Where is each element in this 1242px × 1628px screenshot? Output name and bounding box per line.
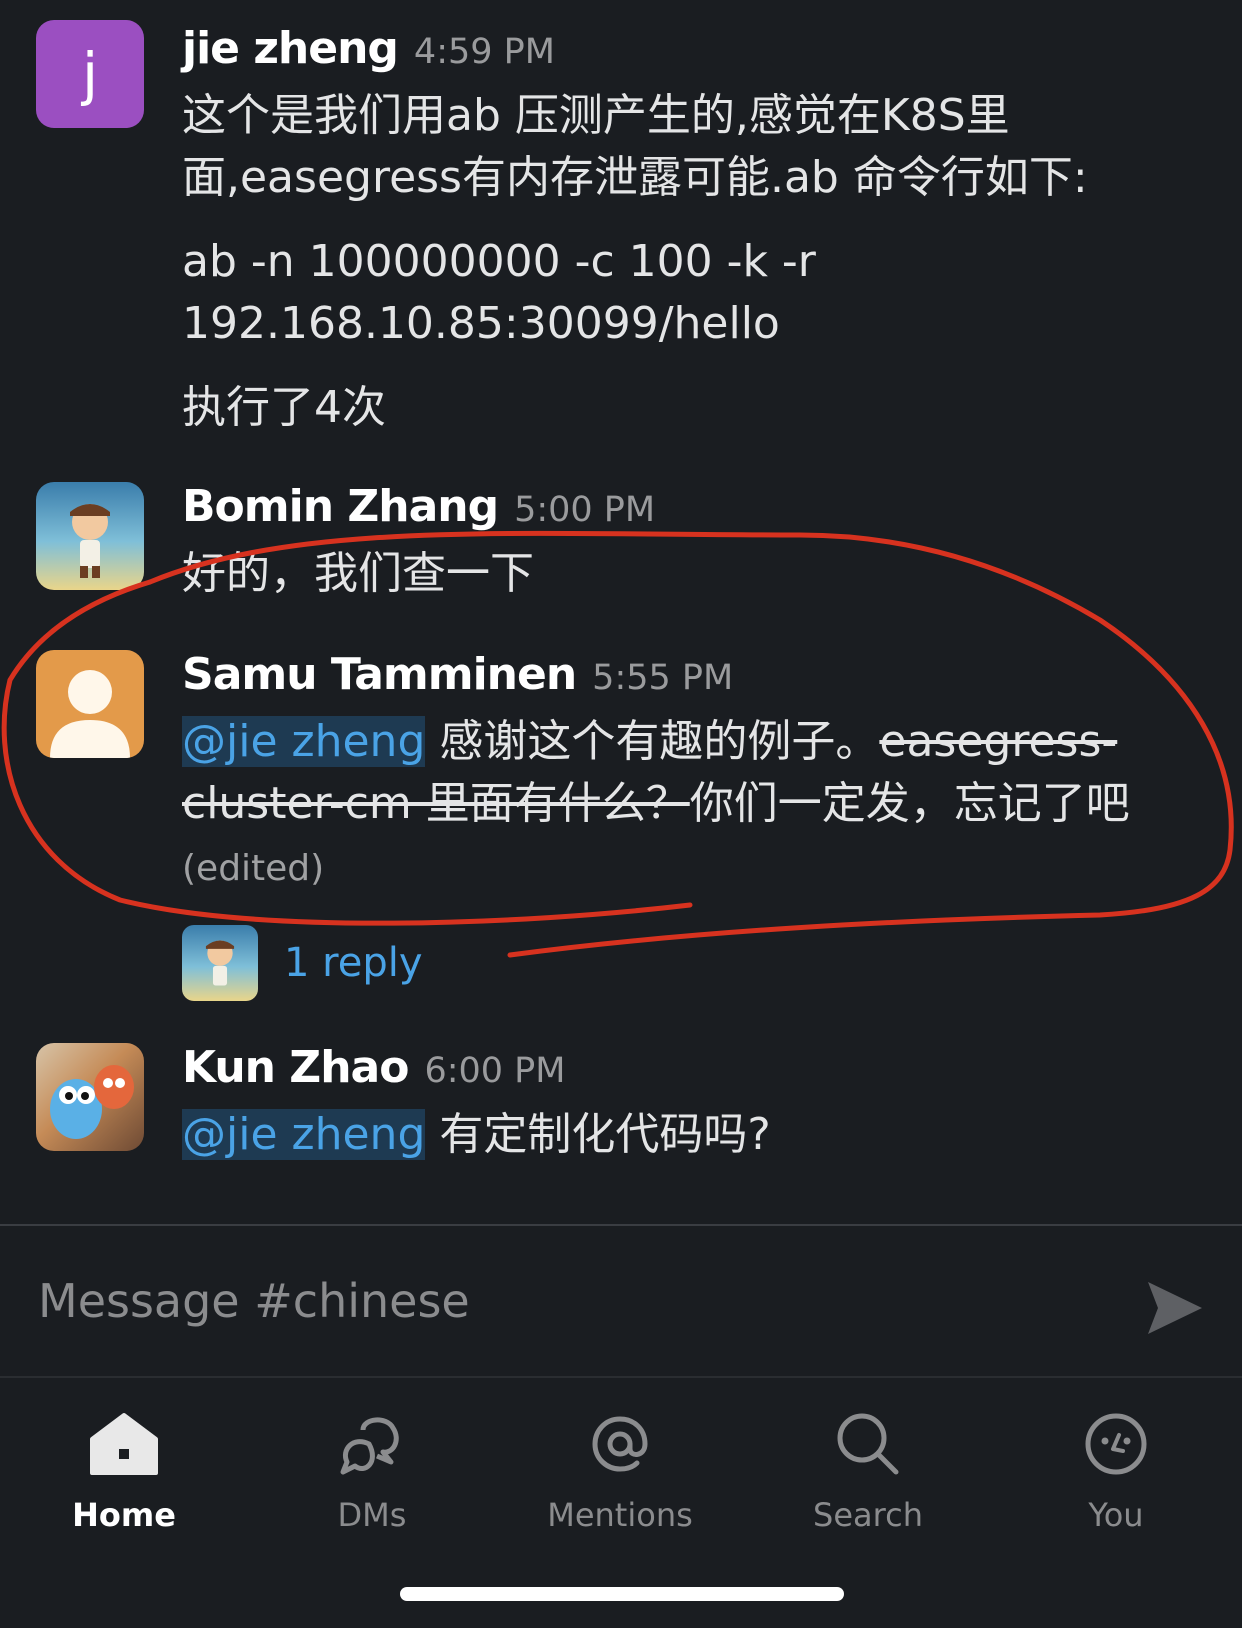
tab-label: You (1088, 1496, 1144, 1534)
message-time: 6:00 PM (424, 1051, 566, 1091)
mention-link[interactable]: @jie zheng (182, 716, 426, 767)
avatar-figure-icon (70, 504, 110, 578)
tab-mentions[interactable]: Mentions (520, 1398, 720, 1534)
you-icon (1085, 1413, 1147, 1475)
message-text: @jie zheng 感谢这个有趣的例子。easegress-cluster-c… (182, 711, 1212, 900)
message-text: 好的，我们查一下 (182, 548, 534, 599)
author-name[interactable]: Kun Zhao (182, 1041, 409, 1095)
avatar-samu-tamminen[interactable] (36, 650, 144, 758)
reply-count-link[interactable]: 1 reply (284, 940, 423, 986)
message-text: 执行了4次 (182, 382, 386, 433)
message-time: 5:00 PM (514, 490, 656, 530)
avatar-letter: j (81, 40, 99, 108)
tab-label: DMs (337, 1496, 407, 1534)
tab-label: Search (813, 1496, 923, 1534)
reply-avatar (182, 925, 258, 1001)
author-name[interactable]: Samu Tamminen (182, 648, 577, 702)
author-name[interactable]: jie zheng (182, 22, 399, 76)
avatar-kun-zhao[interactable] (36, 1043, 144, 1151)
message-text: ab -n 100000000 -c 100 -k -r 192.168.10.… (182, 236, 830, 349)
mention-link[interactable]: @jie zheng (182, 1109, 426, 1160)
thread-replies[interactable]: 1 reply (182, 925, 423, 1001)
author-name[interactable]: Bomin Zhang (182, 480, 499, 534)
edited-label: (edited) (182, 848, 325, 889)
tab-label: Home (72, 1496, 176, 1534)
message-text: 这个是我们用ab 压测产生的,感觉在K8S里面,easegress有内存泄露可能… (182, 90, 1088, 203)
mentions-icon (592, 1416, 648, 1472)
search-icon (837, 1413, 899, 1475)
message-time: 4:59 PM (413, 32, 555, 72)
message-input[interactable] (36, 1260, 1120, 1342)
avatar-jie-zheng[interactable]: j (36, 20, 144, 128)
home-icon (90, 1413, 158, 1475)
avatar-plush-icon (50, 1065, 134, 1139)
message-text-part: 有定制化代码吗? (425, 1109, 771, 1160)
message-composer (0, 1226, 1242, 1376)
message-time: 5:55 PM (592, 658, 734, 698)
send-icon[interactable] (1146, 1280, 1204, 1336)
tab-dms[interactable]: DMs (272, 1398, 472, 1534)
avatar-figure-icon (205, 940, 235, 986)
tab-search[interactable]: Search (768, 1398, 968, 1534)
dms-icon (340, 1417, 399, 1475)
message-text-part: 感谢这个有趣的例子。 (425, 716, 880, 767)
home-indicator[interactable] (400, 1587, 844, 1601)
tab-home[interactable]: Home (24, 1398, 224, 1534)
message-text: @jie zheng 有定制化代码吗? (182, 1104, 1212, 1166)
tab-you[interactable]: You (1016, 1398, 1216, 1534)
message-text-part: 你们一定发，忘记了吧 (689, 778, 1130, 829)
avatar-bomin-zhang[interactable] (36, 482, 144, 590)
default-user-icon (50, 670, 130, 758)
tab-label: Mentions (547, 1496, 693, 1534)
